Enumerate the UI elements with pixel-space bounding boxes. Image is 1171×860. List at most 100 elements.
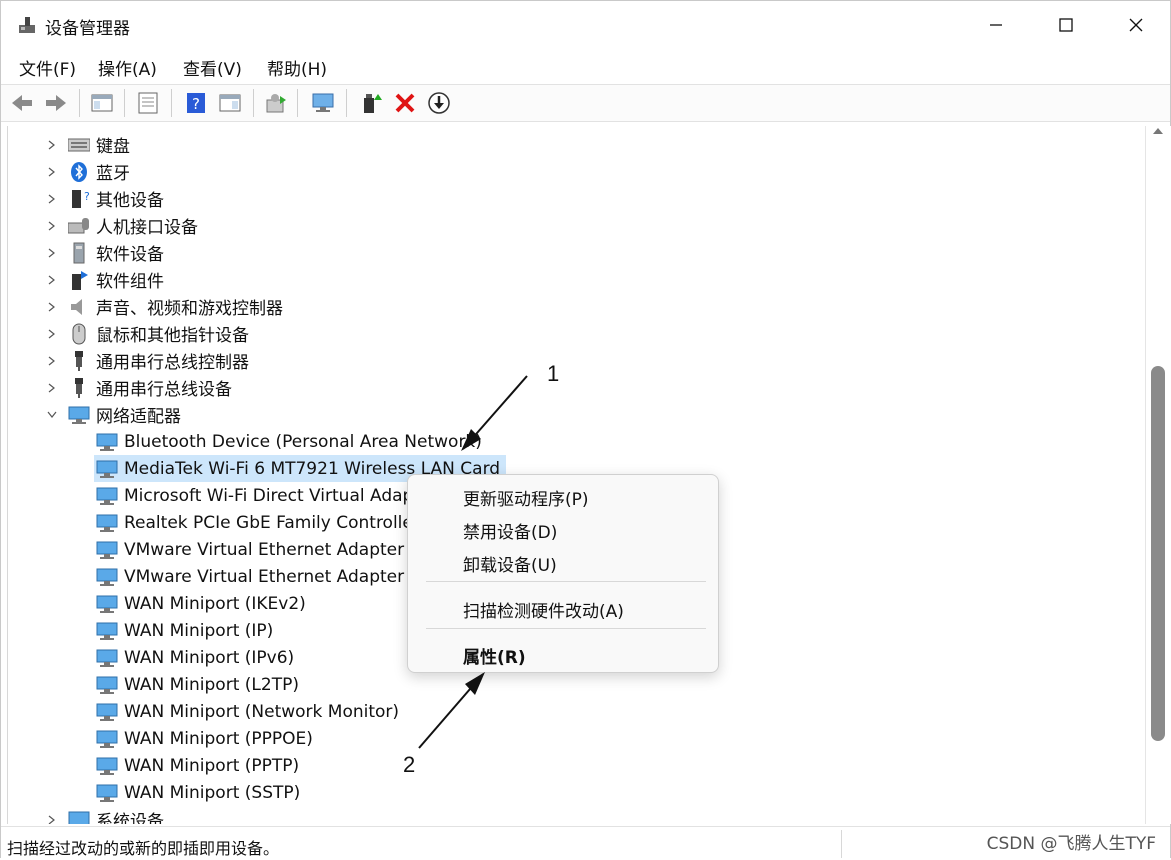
- network-adapter-icon: [96, 728, 118, 750]
- device-label: VMware Virtual Ethernet Adapter f: [124, 566, 416, 587]
- tree-category-software-components[interactable]: 软件组件: [46, 266, 164, 293]
- show-hide-console-tree-icon[interactable]: [89, 90, 115, 116]
- other-devices-icon: ?: [68, 188, 90, 210]
- toolbar: ?: [1, 84, 1170, 122]
- computer-icon[interactable]: [310, 90, 336, 116]
- back-icon[interactable]: [9, 90, 35, 116]
- bluetooth-icon: [68, 161, 90, 183]
- menu-disable-device[interactable]: 禁用设备(D): [463, 518, 557, 543]
- tree-category-hid[interactable]: 人机接口设备: [46, 212, 198, 239]
- tree-category-software-devices[interactable]: 软件设备: [46, 239, 164, 266]
- watermark: CSDN @飞腾人生TYF: [986, 834, 1156, 854]
- collapse-chevron-icon[interactable]: [46, 409, 58, 421]
- minimize-button[interactable]: [961, 1, 1031, 49]
- device-label: WAN Miniport (L2TP): [124, 674, 299, 695]
- expand-chevron-icon[interactable]: [46, 301, 58, 313]
- menu-view[interactable]: 查看(V): [183, 55, 242, 80]
- network-adapter-icon: [68, 404, 90, 426]
- network-adapter-icon: [96, 539, 118, 561]
- device-label: WAN Miniport (IKEv2): [124, 593, 306, 614]
- context-menu: 更新驱动程序(P) 禁用设备(D) 卸载设备(U) 扫描检测硬件改动(A) 属性…: [407, 474, 719, 673]
- scan-hardware-icon[interactable]: [263, 90, 289, 116]
- tree-category-system-devices[interactable]: 系统设备: [46, 806, 164, 824]
- tree-item-network-adapter[interactable]: WAN Miniport (PPTP): [96, 752, 299, 779]
- maximize-button[interactable]: [1031, 1, 1101, 49]
- tree-category-network-adapters[interactable]: 网络适配器: [46, 401, 181, 428]
- tree-item-network-adapter[interactable]: WAN Miniport (Network Monitor): [96, 698, 399, 725]
- device-label: WAN Miniport (IPv6): [124, 647, 295, 668]
- expand-chevron-icon[interactable]: [46, 193, 58, 205]
- tree-item-network-adapter[interactable]: VMware Virtual Ethernet Adapter f: [96, 563, 416, 590]
- network-adapter-icon: [96, 782, 118, 804]
- menu-file[interactable]: 文件(F): [19, 55, 76, 80]
- tree-item-network-adapter[interactable]: WAN Miniport (SSTP): [96, 779, 300, 806]
- usb-icon: [68, 377, 90, 399]
- forward-icon[interactable]: [43, 90, 69, 116]
- usb-icon: [68, 350, 90, 372]
- scrollbar-thumb[interactable]: [1151, 366, 1165, 741]
- vertical-scrollbar[interactable]: [1145, 126, 1171, 824]
- category-label: 其他设备: [96, 191, 164, 211]
- device-label: WAN Miniport (PPPOE): [124, 728, 313, 749]
- category-label: 软件组件: [96, 272, 164, 292]
- keyboard-icon: [68, 134, 90, 156]
- menu-properties[interactable]: 属性(R): [463, 643, 526, 668]
- tree-category-bluetooth[interactable]: 蓝牙: [46, 158, 130, 185]
- svg-text:?: ?: [192, 95, 200, 113]
- properties-icon[interactable]: [135, 90, 161, 116]
- device-label: WAN Miniport (SSTP): [124, 782, 301, 803]
- device-label: Realtek PCIe GbE Family Controlle: [124, 512, 413, 533]
- annotation-number-2: 2: [403, 752, 416, 777]
- expand-chevron-icon[interactable]: [46, 328, 58, 340]
- title-bar: 设备管理器: [1, 1, 1170, 49]
- scroll-up-arrow-icon[interactable]: [1153, 128, 1163, 134]
- tree-item-network-adapter[interactable]: WAN Miniport (IKEv2): [96, 590, 306, 617]
- device-label: WAN Miniport (IP): [124, 620, 274, 641]
- category-label: 鼠标和其他指针设备: [96, 326, 249, 346]
- tree-item-network-adapter[interactable]: VMware Virtual Ethernet Adapter f: [96, 536, 416, 563]
- hid-icon: [68, 215, 90, 237]
- network-adapter-icon: [96, 647, 118, 669]
- tree-category-usb-devices[interactable]: 通用串行总线设备: [46, 374, 232, 401]
- svg-text:?: ?: [84, 190, 89, 203]
- menu-update-driver[interactable]: 更新驱动程序(P): [463, 485, 589, 510]
- tree-item-network-adapter[interactable]: WAN Miniport (L2TP): [96, 671, 299, 698]
- uninstall-icon[interactable]: [392, 90, 418, 116]
- tree-category-mouse[interactable]: 鼠标和其他指针设备: [46, 320, 249, 347]
- expand-chevron-icon[interactable]: [46, 382, 58, 394]
- category-label: 蓝牙: [96, 164, 130, 184]
- menu-scan-hardware[interactable]: 扫描检测硬件改动(A): [463, 597, 624, 622]
- update-driver-icon[interactable]: [426, 90, 452, 116]
- help-icon[interactable]: ?: [183, 90, 209, 116]
- close-button[interactable]: [1101, 1, 1171, 49]
- expand-chevron-icon[interactable]: [46, 220, 58, 232]
- tree-item-network-adapter[interactable]: Realtek PCIe GbE Family Controlle: [96, 509, 413, 536]
- tree-item-network-adapter[interactable]: WAN Miniport (IPv6): [96, 644, 294, 671]
- tree-category-other-devices[interactable]: ? 其他设备: [46, 185, 164, 212]
- menu-help[interactable]: 帮助(H): [267, 55, 327, 80]
- menu-uninstall-device[interactable]: 卸载设备(U): [463, 551, 557, 576]
- tree-category-usb-controllers[interactable]: 通用串行总线控制器: [46, 347, 249, 374]
- category-label: 通用串行总线设备: [96, 380, 232, 400]
- tree-category-keyboard[interactable]: 键盘: [46, 131, 130, 158]
- device-manager-app-icon: [17, 15, 37, 35]
- expand-chevron-icon[interactable]: [46, 274, 58, 286]
- expand-chevron-icon[interactable]: [46, 139, 58, 151]
- software-device-icon: [68, 242, 90, 264]
- network-adapter-icon: [96, 485, 118, 507]
- action-pane-icon[interactable]: [217, 90, 243, 116]
- category-label: 网络适配器: [96, 407, 181, 427]
- tree-item-network-adapter[interactable]: WAN Miniport (IP): [96, 617, 273, 644]
- expand-chevron-icon[interactable]: [46, 166, 58, 178]
- tree-item-network-adapter[interactable]: Microsoft Wi-Fi Direct Virtual Adap: [96, 482, 413, 509]
- expand-chevron-icon[interactable]: [46, 355, 58, 367]
- tree-item-network-adapter[interactable]: Bluetooth Device (Personal Area Network): [96, 428, 482, 455]
- tree-category-sound[interactable]: 声音、视频和游戏控制器: [46, 293, 283, 320]
- expand-chevron-icon[interactable]: [46, 814, 58, 824]
- enable-device-icon[interactable]: [359, 90, 385, 116]
- tree-item-network-adapter[interactable]: WAN Miniport (PPPOE): [96, 725, 313, 752]
- menu-action[interactable]: 操作(A): [98, 55, 157, 80]
- category-label: 系统设备: [96, 812, 164, 824]
- network-adapter-icon: [96, 755, 118, 777]
- expand-chevron-icon[interactable]: [46, 247, 58, 259]
